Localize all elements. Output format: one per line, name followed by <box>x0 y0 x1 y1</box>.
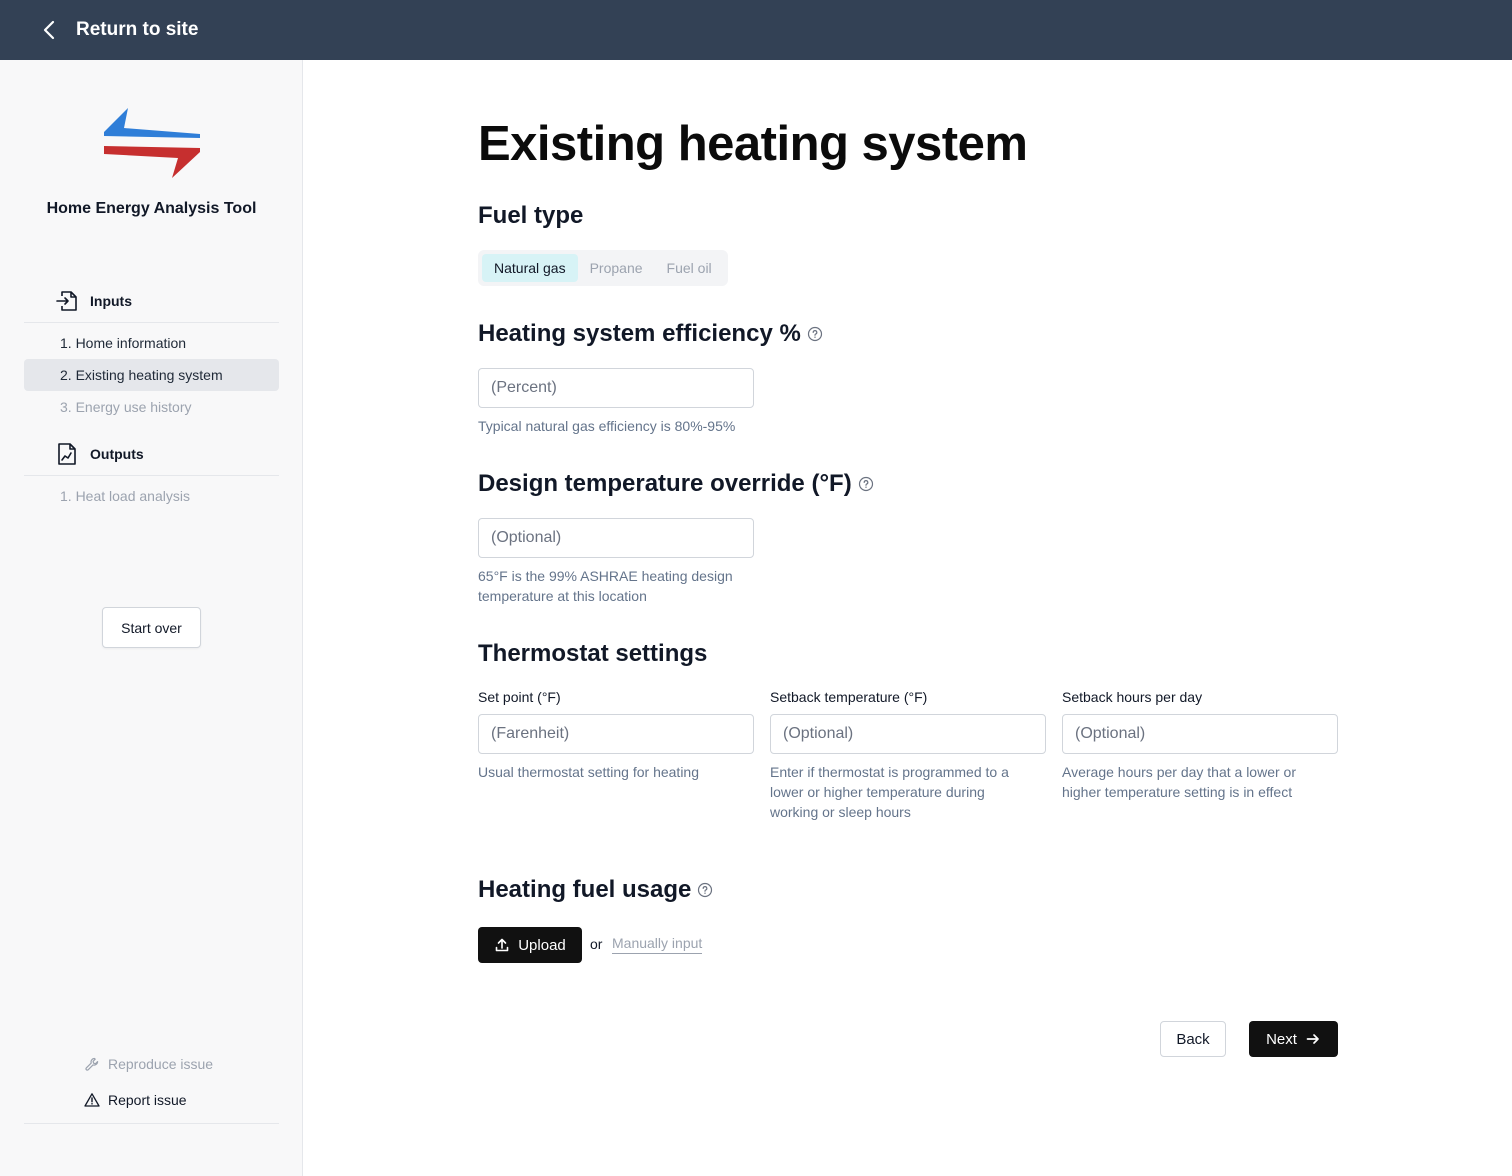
fuel-type-heading-label: Fuel type <box>478 202 584 229</box>
sidebar-item-home-information[interactable]: 1. Home information <box>24 327 279 359</box>
arrow-right-icon <box>1305 1031 1321 1047</box>
setback-hours-field <box>1062 714 1338 754</box>
setback-temp-input[interactable] <box>771 715 1045 753</box>
top-bar: Return to site <box>0 0 1512 60</box>
setback-temp-label: Setback temperature (°F) <box>770 689 928 705</box>
design-temp-help-text: 65°F is the 99% ASHRAE heating design te… <box>478 566 733 606</box>
setback-hours-input[interactable] <box>1063 715 1337 753</box>
fuel-usage-heading-label: Heating fuel usage <box>478 876 692 903</box>
sidebar: Home Energy Analysis Tool Inputs 1. Home… <box>0 60 303 1176</box>
design-temp-help-line: temperature at this location <box>478 588 647 604</box>
file-chart-icon <box>56 442 78 466</box>
thermostat-heading-label: Thermostat settings <box>478 640 708 667</box>
outputs-heading-label: Outputs <box>90 445 144 462</box>
efficiency-field <box>478 368 754 408</box>
efficiency-heading: Heating system efficiency % <box>478 320 823 348</box>
sidebar-item-existing-heating-system[interactable]: 2. Existing heating system <box>24 359 279 391</box>
report-issue-link[interactable]: Report issue <box>84 1092 187 1108</box>
manually-input-link[interactable]: Manually input <box>612 935 703 954</box>
report-issue-label[interactable]: Report issue <box>108 1092 187 1108</box>
setback-hours-help-line: higher temperature setting is in effect <box>1062 784 1293 800</box>
inputs-heading-label: Inputs <box>90 292 132 309</box>
file-import-icon <box>56 289 78 313</box>
design-temp-input[interactable] <box>479 519 753 557</box>
next-button[interactable]: Next <box>1249 1021 1338 1057</box>
design-temp-field <box>478 518 754 558</box>
fuel-option-natural-gas[interactable]: Natural gas <box>482 254 578 282</box>
fuel-usage-heading: Heating fuel usage <box>478 876 713 904</box>
design-temp-heading-label: Design temperature override (°F) <box>478 470 852 497</box>
set-point-help-text: Usual thermostat setting for heating <box>478 764 700 780</box>
return-to-site-link[interactable]: Return to site <box>76 19 198 41</box>
outputs-heading: Outputs <box>24 432 279 476</box>
wrench-icon <box>84 1056 100 1072</box>
or-separator: or <box>590 936 603 952</box>
set-point-label: Set point (°F) <box>478 689 561 705</box>
reproduce-issue-label: Reproduce issue <box>108 1056 214 1072</box>
set-point-field <box>478 714 754 754</box>
setback-temp-help-line: Enter if thermostat is programmed to a <box>770 764 1009 780</box>
help-circle-icon[interactable] <box>858 476 874 492</box>
fuel-type-toggle: Natural gas Propane Fuel oil <box>478 250 728 286</box>
next-button-label[interactable]: Next <box>1266 1031 1297 1048</box>
app-title: Home Energy Analysis Tool <box>46 200 257 217</box>
inputs-heading: Inputs <box>24 279 279 323</box>
set-point-input[interactable] <box>479 715 753 753</box>
fuel-option-propane[interactable]: Propane <box>578 254 655 282</box>
upload-button[interactable]: Upload <box>478 927 582 963</box>
setback-hours-help-line: Average hours per day that a lower or <box>1062 764 1296 780</box>
setback-hours-label: Setback hours per day <box>1062 689 1203 705</box>
chevron-left-icon[interactable] <box>42 20 62 40</box>
outputs-section: Outputs 1. Heat load analysis <box>24 432 279 512</box>
start-over-button[interactable]: Start over <box>102 607 201 648</box>
efficiency-heading-label: Heating system efficiency % <box>478 320 801 347</box>
fuel-option-fuel-oil[interactable]: Fuel oil <box>655 254 724 282</box>
setback-temp-field <box>770 714 1046 754</box>
upload-button-label[interactable]: Upload <box>518 937 566 954</box>
back-button[interactable]: Back <box>1160 1021 1226 1057</box>
setback-hours-help-text: Average hours per day that a lower or hi… <box>1062 762 1296 802</box>
help-circle-icon[interactable] <box>807 326 823 342</box>
setback-temp-help-text: Enter if thermostat is programmed to a l… <box>770 762 1009 822</box>
main-content: Existing heating system Fuel type Natura… <box>303 60 1512 1176</box>
design-temp-heading: Design temperature override (°F) <box>478 470 874 498</box>
efficiency-help-text: Typical natural gas efficiency is 80%-95… <box>478 418 736 434</box>
warning-triangle-icon <box>84 1092 100 1108</box>
help-circle-icon[interactable] <box>697 882 713 898</box>
efficiency-input[interactable] <box>479 369 753 407</box>
app-logo <box>100 106 204 180</box>
reproduce-issue-link: Reproduce issue <box>84 1056 213 1072</box>
sidebar-footer-divider <box>24 1123 279 1124</box>
design-temp-help-line: 65°F is the 99% ASHRAE heating design <box>478 568 733 584</box>
sidebar-item-energy-use-history: 3. Energy use history <box>60 399 192 415</box>
thermostat-heading: Thermostat settings <box>478 640 707 668</box>
inputs-section: Inputs 1. Home information 2. Existing h… <box>24 279 279 423</box>
fuel-type-heading: Fuel type <box>478 202 583 230</box>
sidebar-item-heat-load-analysis: 1. Heat load analysis <box>60 488 190 504</box>
upload-icon <box>494 937 510 953</box>
setback-temp-help-line: working or sleep hours <box>770 804 911 820</box>
setback-temp-help-line: lower or higher temperature during <box>770 784 985 800</box>
page-title: Existing heating system <box>478 117 1028 171</box>
